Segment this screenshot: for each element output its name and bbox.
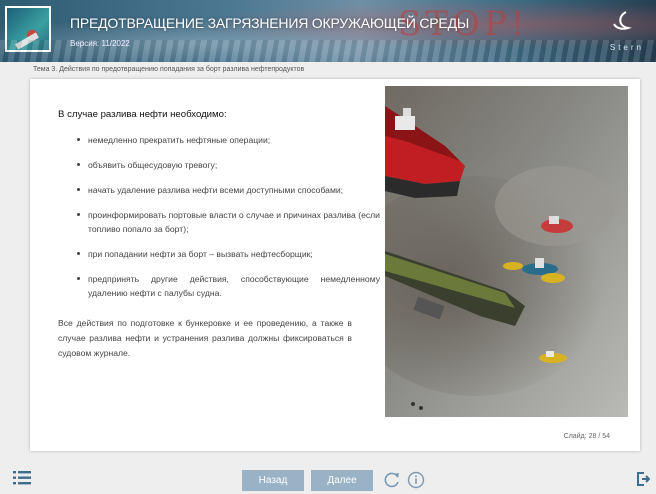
slide-counter: Слайд: 28 / 54 bbox=[563, 433, 610, 440]
course-version: Версия: 11/2022 bbox=[70, 39, 130, 48]
slide-heading: В случае разлива нефти необходимо: bbox=[58, 109, 227, 120]
list-item: при попадании нефти за борт – вызвать не… bbox=[77, 247, 380, 261]
company-logo: Stern bbox=[600, 8, 644, 54]
list-item: предпринять другие действия, способствую… bbox=[77, 272, 380, 300]
list-item: начать удаление разлива нефти всеми дост… bbox=[77, 183, 380, 197]
menu-list-icon[interactable] bbox=[13, 471, 31, 490]
list-item: немедленно прекратить нефтяные операции; bbox=[77, 133, 380, 147]
list-item: объявить общесудовую тревогу; bbox=[77, 158, 380, 172]
list-item: проинформировать портовые власти о случа… bbox=[77, 208, 380, 236]
logo-text: Stern bbox=[609, 43, 644, 52]
slide-note: Все действия по подготовке к бункеровке … bbox=[58, 318, 352, 358]
course-thumbnail bbox=[5, 6, 51, 52]
back-button[interactable]: Назад bbox=[242, 470, 304, 491]
course-title: ПРЕДОТВРАЩЕНИЕ ЗАГРЯЗНЕНИЯ ОКРУЖАЮЩЕЙ СР… bbox=[70, 15, 470, 31]
course-header: STOP! ПРЕДОТВРАЩЕНИЕ ЗАГРЯЗНЕНИЯ ОКРУЖАЮ… bbox=[0, 0, 656, 62]
bottom-toolbar: Назад Далее bbox=[0, 462, 656, 491]
exit-icon[interactable] bbox=[636, 472, 651, 491]
slide-card: В случае разлива нефти необходимо: немед… bbox=[30, 79, 640, 451]
refresh-icon[interactable] bbox=[383, 471, 401, 494]
slide-text: В случае разлива нефти необходимо: немед… bbox=[58, 109, 380, 361]
breadcrumb: Тема 3. Действия по предотвращению попад… bbox=[33, 66, 305, 73]
info-icon[interactable] bbox=[407, 471, 425, 494]
oil-spill-photo bbox=[385, 86, 628, 417]
next-button[interactable]: Далее bbox=[311, 470, 373, 491]
action-list: немедленно прекратить нефтяные операции;… bbox=[58, 133, 380, 300]
